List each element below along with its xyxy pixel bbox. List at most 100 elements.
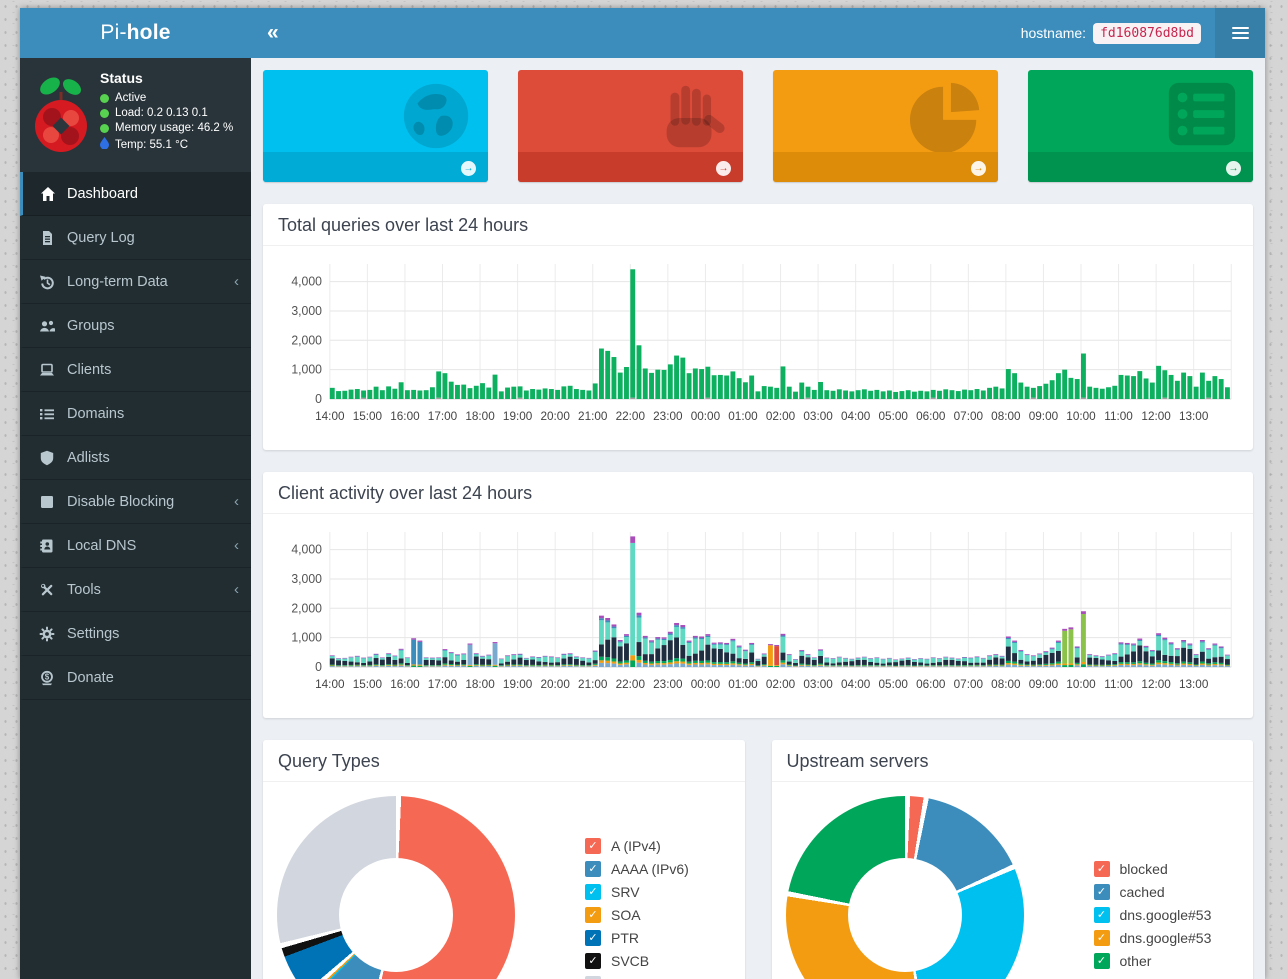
summary-card-queries-blocked: →: [518, 70, 743, 182]
svg-text:08:00: 08:00: [991, 409, 1021, 423]
legend-label: A (IPv4): [611, 838, 661, 854]
sidebar-item-donate[interactable]: $Donate: [20, 656, 251, 700]
legend-label: SVCB: [611, 953, 649, 969]
legend-checkbox-icon[interactable]: ✓: [1094, 953, 1110, 969]
svg-text:4,000: 4,000: [291, 274, 322, 288]
legend-label: AAAA (IPv6): [611, 861, 689, 877]
sidebar-item-groups[interactable]: Groups: [20, 304, 251, 348]
home-icon: [38, 186, 56, 202]
sidebar-item-disable-blocking[interactable]: Disable Blocking‹: [20, 480, 251, 524]
legend-checkbox-icon[interactable]: ✓: [585, 838, 601, 854]
legend-item: ✓PTR: [585, 930, 689, 946]
status-text: Active: [115, 92, 146, 104]
svg-text:0: 0: [315, 660, 322, 674]
status-row: Temp: 55.1 °C: [100, 137, 233, 152]
svg-text:11:00: 11:00: [1104, 409, 1133, 423]
arrow-circle-right-icon: →: [971, 161, 986, 176]
legend-label: blocked: [1120, 861, 1168, 877]
donut-row: Query Types ✓A (IPv4)✓AAAA (IPv6)✓SRV✓SO…: [263, 740, 1253, 979]
raspberry-logo: [32, 70, 90, 158]
logo-prefix: Pi-: [100, 21, 126, 45]
sidebar-item-tools[interactable]: Tools‹: [20, 568, 251, 612]
svg-text:13:00: 13:00: [1179, 409, 1209, 423]
donut-hole: [339, 858, 453, 972]
sidebar-collapse-icon[interactable]: «: [251, 8, 295, 58]
sidebar-item-label: Donate: [67, 670, 114, 686]
status-text: Load: 0.2 0.13 0.1: [115, 107, 208, 119]
legend-label: SOA: [611, 907, 641, 923]
svg-text:2,000: 2,000: [291, 333, 322, 347]
query-types-donut-chart[interactable]: [277, 796, 515, 979]
svg-text:23:00: 23:00: [653, 409, 683, 423]
svg-text:15:00: 15:00: [353, 677, 383, 691]
arrow-circle-right-icon: →: [1226, 161, 1241, 176]
sidebar-item-long-term-data[interactable]: Long-term Data ‹: [20, 260, 251, 304]
sidebar-item-dashboard[interactable]: Dashboard: [20, 172, 251, 216]
card-footer-link[interactable]: →: [773, 152, 998, 182]
sidebar-item-adlists[interactable]: Adlists: [20, 436, 251, 480]
query-types-box: Query Types ✓A (IPv4)✓AAAA (IPv6)✓SRV✓SO…: [263, 740, 745, 979]
status-ok-icon: [100, 124, 109, 133]
svg-text:07:00: 07:00: [954, 677, 984, 691]
card-footer-link[interactable]: →: [1028, 152, 1253, 182]
legend-checkbox-icon[interactable]: ✓: [1094, 930, 1110, 946]
sidebar-item-domains[interactable]: Domains: [20, 392, 251, 436]
globe-icon: [398, 80, 476, 152]
legend-checkbox-icon[interactable]: ✓: [585, 907, 601, 923]
sidebar-item-label: Adlists: [67, 450, 110, 466]
svg-text:01:00: 01:00: [728, 677, 758, 691]
legend-checkbox-icon[interactable]: ✓: [1094, 907, 1110, 923]
legend-checkbox-icon[interactable]: ✓: [585, 861, 601, 877]
legend-label: SRV: [611, 884, 640, 900]
pihole-app-window: Pi-hole « hostname: fd160876d8bd: [20, 8, 1265, 979]
summary-cards-row: → → → →: [263, 70, 1253, 182]
sidebar-item-clients[interactable]: Clients: [20, 348, 251, 392]
card-footer-link[interactable]: →: [263, 152, 488, 182]
status-panel: Status ActiveLoad: 0.2 0.13 0.1Memory us…: [20, 58, 251, 172]
card-footer-link[interactable]: →: [518, 152, 743, 182]
svg-text:2,000: 2,000: [291, 601, 322, 615]
total-queries-bar-chart[interactable]: 01,0002,0003,0004,00014:0015:0016:0017:0…: [273, 254, 1243, 440]
status-row: Active: [100, 92, 233, 104]
legend-item: ✓ AAAA (IPv6): [585, 861, 689, 877]
main-content: →→→→ Total queries over last 24 hours 01…: [251, 58, 1265, 979]
sidebar-item-local-dns[interactable]: Local DNS‹: [20, 524, 251, 568]
sidebar: Status ActiveLoad: 0.2 0.13 0.1Memory us…: [20, 58, 251, 979]
pihole-logo[interactable]: Pi-hole: [20, 8, 251, 58]
chevron-left-icon: ‹: [234, 273, 239, 290]
svg-text:05:00: 05:00: [879, 409, 909, 423]
svg-text:19:00: 19:00: [503, 677, 533, 691]
sidebar-item-query-log[interactable]: Query Log: [20, 216, 251, 260]
status-ok-icon: [100, 109, 109, 118]
client-activity-chart-box: Client activity over last 24 hours 01,00…: [263, 472, 1253, 718]
sidebar-item-label: Dashboard: [67, 186, 138, 202]
svg-text:17:00: 17:00: [428, 677, 458, 691]
hamburger-menu-icon[interactable]: [1215, 8, 1265, 58]
arrow-circle-right-icon: →: [716, 161, 731, 176]
legend-checkbox-icon[interactable]: ✓: [585, 953, 601, 969]
svg-text:22:00: 22:00: [616, 677, 646, 691]
svg-text:13:00: 13:00: [1179, 677, 1209, 691]
sidebar-item-settings[interactable]: Settings: [20, 612, 251, 656]
total-queries-chart-title: Total queries over last 24 hours: [263, 204, 1253, 246]
sidebar-item-label: Long-term Data: [67, 274, 168, 290]
legend-checkbox-icon[interactable]: ✓: [1094, 884, 1110, 900]
legend-item: ✓ A (IPv4): [585, 838, 689, 854]
legend-checkbox-icon[interactable]: ✓: [585, 884, 601, 900]
upstream-servers-donut-chart[interactable]: [786, 796, 1024, 979]
svg-text:03:00: 03:00: [803, 409, 833, 423]
sidebar-item-label: Local DNS: [67, 538, 136, 554]
legend-checkbox-icon[interactable]: ✓: [1094, 861, 1110, 877]
gear-icon: [38, 626, 56, 642]
svg-text:21:00: 21:00: [578, 677, 608, 691]
status-title: Status: [100, 70, 233, 86]
legend-checkbox-icon[interactable]: ✓: [585, 930, 601, 946]
svg-text:14:00: 14:00: [315, 677, 345, 691]
stop-icon: [38, 494, 56, 510]
client-activity-stacked-chart[interactable]: 01,0002,0003,0004,00014:0015:0016:0017:0…: [273, 522, 1243, 708]
svg-text:04:00: 04:00: [841, 677, 871, 691]
svg-text:09:00: 09:00: [1029, 677, 1059, 691]
svg-text:16:00: 16:00: [390, 677, 420, 691]
svg-text:01:00: 01:00: [728, 409, 758, 423]
chevron-left-icon: ‹: [234, 581, 239, 598]
